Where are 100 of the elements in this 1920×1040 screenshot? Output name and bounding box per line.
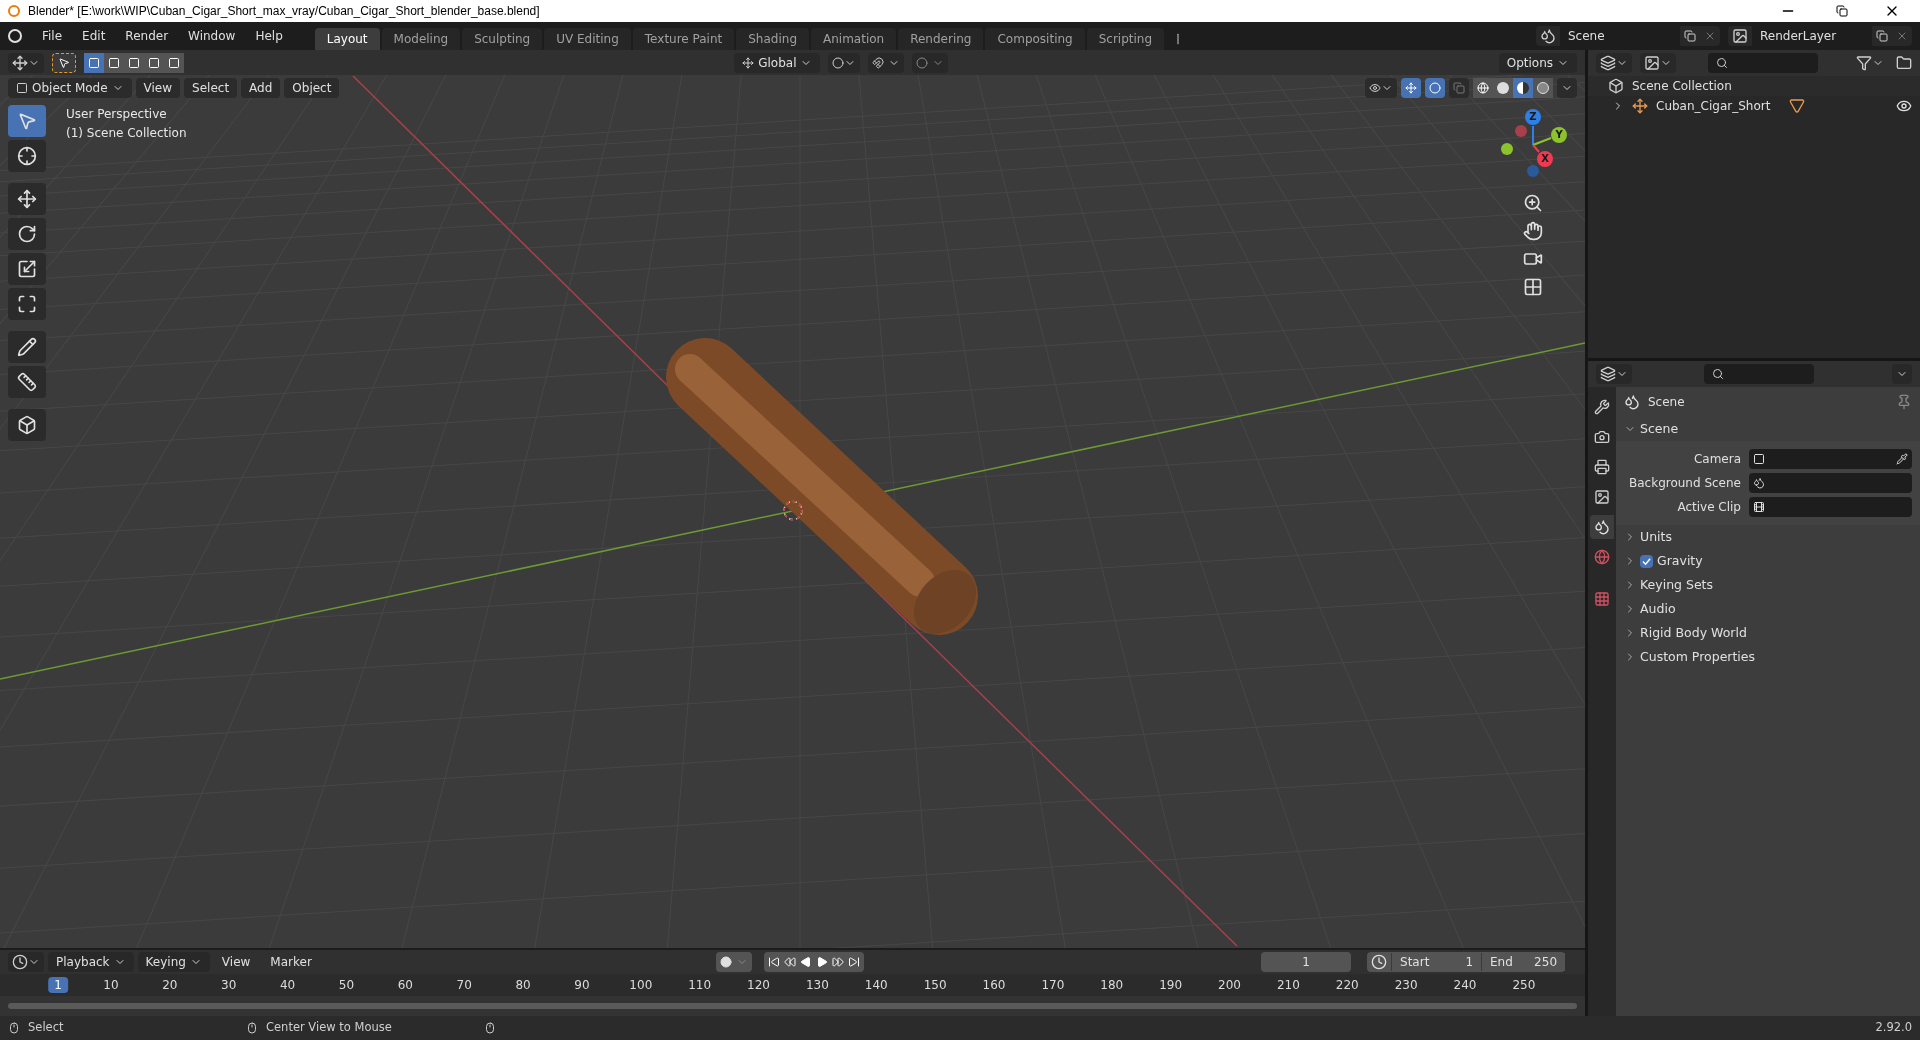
restore-icon[interactable]: [1836, 5, 1848, 17]
workspace-tab[interactable]: Rendering: [898, 28, 984, 50]
header-menu[interactable]: View: [135, 78, 181, 98]
gravity-checkbox[interactable]: [1640, 554, 1653, 568]
eye-icon[interactable]: [1896, 98, 1912, 114]
end-frame-field[interactable]: End 250: [1481, 953, 1565, 971]
workspace-tab[interactable]: Shading: [736, 28, 809, 50]
view-layer-selector[interactable]: RenderLayer: [1728, 26, 1912, 46]
next-keyframe-icon[interactable]: [832, 956, 845, 968]
snap-dropdown[interactable]: [868, 52, 905, 73]
transform-orientation-dropdown[interactable]: Global: [734, 52, 821, 73]
toolbar-tool-button[interactable]: [8, 288, 46, 320]
display-mode-dropdown[interactable]: [1640, 53, 1676, 73]
xray-toggle[interactable]: [1449, 78, 1469, 98]
mode-dropdown[interactable]: Object Mode: [8, 78, 132, 98]
viewport[interactable]: Global Options Object Mode View Select Add Object User Perspective (1) Scene Collection Z Y X: [0, 50, 1585, 948]
workspace-tab[interactable]: Texture Paint: [632, 28, 735, 50]
hand-icon[interactable]: [1523, 221, 1543, 241]
jump-end-icon[interactable]: [848, 956, 861, 968]
select-mode-button[interactable]: [164, 52, 184, 73]
gizmo-toggle[interactable]: [1401, 78, 1421, 98]
current-frame-field[interactable]: 1: [1261, 952, 1351, 972]
negative-axis-dot[interactable]: [1527, 165, 1539, 177]
grid-icon[interactable]: [1523, 277, 1543, 297]
toolbar-tool-button[interactable]: [8, 366, 46, 398]
header-menu[interactable]: Select: [184, 78, 238, 98]
editor-type-button[interactable]: [8, 52, 44, 73]
zoom-icon[interactable]: [1523, 193, 1543, 213]
panel-header[interactable]: Units: [1616, 525, 1920, 549]
toolbar-tool-button[interactable]: [8, 253, 46, 285]
gizmo-axis-button[interactable]: Z: [1525, 109, 1541, 125]
negative-axis-dot[interactable]: [1501, 143, 1513, 155]
overlay-toggle[interactable]: [1425, 78, 1445, 98]
stopwatch-icon[interactable]: [1371, 954, 1387, 970]
remove-icon[interactable]: [1896, 30, 1908, 42]
timeline-menu[interactable]: Playback: [48, 952, 134, 972]
play-icon[interactable]: [816, 956, 829, 968]
playhead[interactable]: 1: [48, 977, 68, 993]
duplicate-icon[interactable]: [1684, 30, 1696, 42]
object-field[interactable]: [1749, 473, 1912, 493]
toolbar-tool-button[interactable]: [8, 140, 46, 172]
gizmo-axis-button[interactable]: X: [1537, 151, 1553, 167]
header-menu[interactable]: Add: [241, 78, 281, 98]
toolbar-tool-button[interactable]: [8, 218, 46, 250]
search-field[interactable]: [1708, 53, 1818, 73]
play-reverse-icon[interactable]: [800, 956, 813, 968]
shading-mode-button[interactable]: [1513, 78, 1533, 98]
panel-header[interactable]: Keying Sets: [1616, 573, 1920, 597]
toolbar-tool-button[interactable]: [8, 183, 46, 215]
duplicate-icon[interactable]: [1876, 30, 1888, 42]
select-mode-button[interactable]: [84, 52, 104, 73]
workspace-tab[interactable]: Layout: [314, 28, 380, 50]
tool-select-button[interactable]: [52, 52, 76, 73]
previous-keyframe-icon[interactable]: [784, 956, 797, 968]
pin-icon[interactable]: [1896, 394, 1912, 410]
auto-key-button[interactable]: [716, 952, 753, 972]
timeline-menu[interactable]: Keying: [137, 952, 210, 972]
main-menu-item[interactable]: Window: [180, 27, 244, 45]
toolbar-tool-button[interactable]: [8, 409, 46, 441]
workspace-tab[interactable]: Animation: [811, 28, 897, 50]
options-dropdown[interactable]: [1892, 364, 1912, 384]
visibility-dropdown[interactable]: [1365, 78, 1397, 98]
workspace-tab[interactable]: Scripting: [1086, 28, 1165, 50]
pivot-dropdown[interactable]: [828, 52, 861, 73]
timeline-scrollbar[interactable]: [8, 1003, 1577, 1009]
eyedropper-icon[interactable]: [1896, 453, 1908, 465]
negative-axis-dot[interactable]: [1515, 125, 1527, 137]
editor-type-button[interactable]: [1596, 364, 1632, 384]
panel-header[interactable]: Scene: [1616, 417, 1920, 441]
gizmo-axis-button[interactable]: Y: [1551, 127, 1567, 143]
timeline-menu[interactable]: View: [213, 952, 259, 972]
jump-start-icon[interactable]: [768, 956, 781, 968]
shading-dropdown[interactable]: [1557, 78, 1577, 98]
properties-tab[interactable]: [1590, 515, 1614, 539]
panel-header[interactable]: Audio: [1616, 597, 1920, 621]
main-menu-item[interactable]: Help: [247, 27, 291, 45]
panel-header[interactable]: Gravity: [1616, 549, 1920, 573]
remove-icon[interactable]: [1704, 30, 1716, 42]
main-menu-item[interactable]: Edit: [74, 27, 114, 45]
header-menu[interactable]: Object: [284, 78, 340, 98]
options-button[interactable]: Options: [1498, 52, 1577, 73]
workspace-tab[interactable]: UV Editing: [544, 28, 631, 50]
editor-type-button[interactable]: [1596, 53, 1632, 73]
search-field[interactable]: [1704, 364, 1814, 384]
object-field[interactable]: [1749, 449, 1912, 469]
select-mode-button[interactable]: [104, 52, 124, 73]
new-collection-icon[interactable]: [1896, 55, 1912, 71]
main-menu-item[interactable]: Render: [117, 27, 177, 45]
timeline-menu[interactable]: Marker: [262, 952, 320, 972]
shading-mode-button[interactable]: [1493, 78, 1513, 98]
blender-logo-icon[interactable]: [8, 29, 22, 43]
workspace-tab[interactable]: Sculpting: [462, 28, 543, 50]
workspace-tab[interactable]: Compositing: [985, 28, 1085, 50]
scene-selector[interactable]: Scene: [1536, 26, 1720, 46]
panel-header[interactable]: Rigid Body World: [1616, 621, 1920, 645]
toolbar-tool-button[interactable]: [8, 331, 46, 363]
main-menu-item[interactable]: File: [34, 27, 71, 45]
editor-type-button[interactable]: [8, 952, 44, 972]
proportional-edit-button[interactable]: [912, 52, 949, 73]
workspace-tab[interactable]: Modeling: [381, 28, 461, 50]
